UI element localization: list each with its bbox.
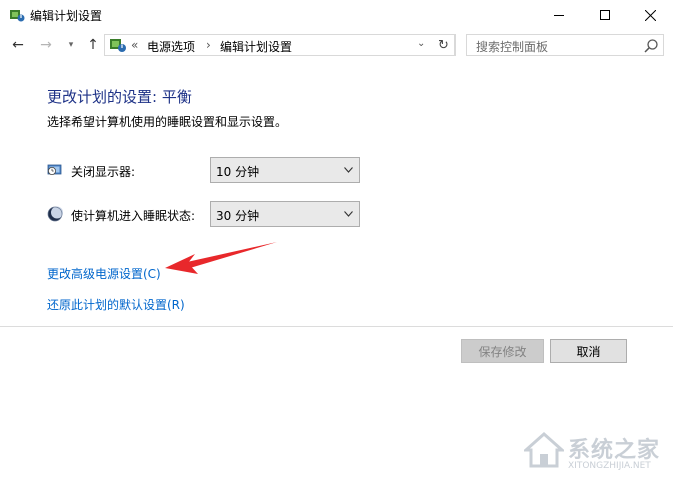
display-off-select[interactable]: 10 分钟 [210, 157, 360, 183]
minimize-button[interactable] [536, 0, 582, 30]
forward-button[interactable]: → [37, 36, 55, 54]
breadcrumb-edit-plan-settings[interactable]: 编辑计划设置 [220, 38, 292, 55]
page-title: 更改计划的设置: 平衡 [47, 88, 192, 106]
close-button[interactable] [627, 0, 673, 30]
watermark-text: 系统之家 [568, 438, 661, 463]
power-options-icon [110, 39, 126, 52]
sleep-value: 30 分钟 [216, 209, 260, 223]
forward-arrow-icon: → [40, 37, 52, 53]
sleep-label: 使计算机进入睡眠状态: [71, 209, 196, 223]
breadcrumb-power-options[interactable]: 电源选项 [147, 38, 195, 55]
display-off-label: 关闭显示器: [71, 165, 136, 179]
save-changes-button[interactable]: 保存修改 [461, 339, 544, 363]
sleep-select[interactable]: 30 分钟 [210, 201, 360, 227]
watermark-url: XITONGZHIJIA.NET [568, 461, 651, 471]
house-logo-icon [524, 432, 564, 468]
cancel-button[interactable]: 取消 [550, 339, 627, 363]
recent-locations-button[interactable]: ▾ [62, 36, 80, 54]
maximize-button[interactable] [582, 0, 628, 30]
watermark: 系统之家 XITONGZHIJIA.NET [520, 430, 670, 474]
power-options-icon [10, 10, 25, 22]
chevron-down-icon: ▾ [68, 40, 74, 50]
breadcrumb-separator-icon[interactable]: › [206, 38, 211, 52]
up-arrow-icon: ↑ [87, 37, 99, 53]
up-button[interactable]: ↑ [84, 36, 102, 54]
page-description: 选择希望计算机使用的睡眠设置和显示设置。 [47, 115, 288, 129]
footer-divider [0, 326, 673, 327]
back-button[interactable]: ← [9, 36, 27, 54]
annotation-arrow [165, 242, 277, 274]
restore-defaults-link[interactable]: 还原此计划的默认设置(R) [47, 296, 185, 313]
minimize-icon [554, 14, 564, 16]
refresh-icon: ↻ [438, 37, 449, 53]
window-title: 编辑计划设置 [30, 9, 103, 23]
close-icon [644, 9, 656, 21]
address-overflow-button[interactable]: « [131, 38, 138, 52]
maximize-icon [600, 10, 610, 20]
address-bar[interactable]: « 电源选项 › 编辑计划设置 ⌄ [104, 34, 456, 56]
title-bar: 编辑计划设置 [0, 0, 673, 30]
back-arrow-icon: ← [12, 37, 24, 53]
search-placeholder: 搜索控制面板 [476, 40, 549, 54]
search-box[interactable]: 搜索控制面板 [466, 34, 664, 56]
display-off-value: 10 分钟 [216, 165, 260, 179]
chevron-down-icon [344, 167, 353, 173]
address-dropdown-icon[interactable]: ⌄ [417, 38, 425, 49]
monitor-clock-icon [47, 164, 62, 175]
moon-sleep-icon [47, 206, 63, 222]
advanced-power-settings-link[interactable]: 更改高级电源设置(C) [47, 265, 161, 282]
search-icon[interactable] [643, 38, 659, 54]
refresh-button[interactable]: ↻ [433, 34, 455, 56]
chevron-down-icon [344, 211, 353, 217]
